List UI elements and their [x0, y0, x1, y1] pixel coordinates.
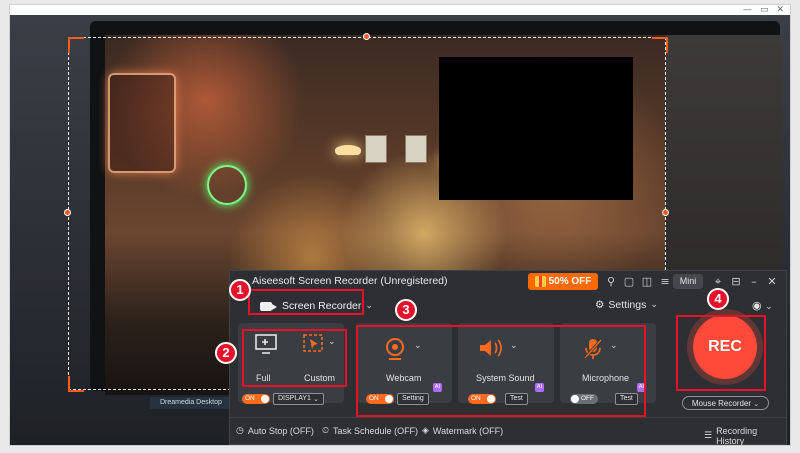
- settings-dropdown[interactable]: ⚙ Settings ⌄: [595, 299, 658, 311]
- pin-icon[interactable]: ⌖: [711, 275, 725, 289]
- task-schedule-label: Task Schedule (OFF): [333, 426, 419, 436]
- clock-icon: ◷: [236, 426, 244, 436]
- outer-window-controls: — ▭ ✕: [10, 5, 790, 15]
- mouse-recorder-button[interactable]: Mouse Recorder ⌄: [682, 396, 769, 410]
- list-icon: ☰: [704, 431, 713, 441]
- annotation-badge-4: 4: [707, 288, 729, 310]
- chevron-down-icon: ⌄: [753, 400, 760, 408]
- minimize-icon[interactable]: –: [747, 275, 761, 289]
- selection-edge-handle[interactable]: [64, 209, 71, 216]
- auto-stop-label: Auto Stop (OFF): [247, 426, 314, 436]
- display-value: DISPLAY1: [278, 395, 311, 402]
- minimize-icon[interactable]: —: [743, 5, 752, 15]
- promo-label: 50% OFF: [548, 276, 592, 287]
- annotation-box-1: [248, 289, 364, 315]
- annotation-box-2: [242, 329, 347, 387]
- gear-icon: ⚙: [595, 299, 605, 311]
- window-title: Aiseesoft Screen Recorder (Unregistered): [252, 275, 448, 287]
- close-icon[interactable]: ✕: [765, 275, 779, 289]
- watermark-label: Watermark (OFF): [432, 426, 504, 436]
- taskbar-item: Dreamedia Desktop: [150, 397, 230, 409]
- area-controls-row: ON DISPLAY1 ⌄: [242, 393, 324, 405]
- selection-edge-handle[interactable]: [662, 209, 669, 216]
- chevron-down-icon: ⌄: [765, 302, 773, 312]
- cart-icon[interactable]: ◫: [640, 275, 654, 289]
- chevron-down-icon: ⌄: [365, 301, 373, 311]
- recording-history-label: Recording History: [716, 426, 758, 446]
- recording-history-button[interactable]: ☰ Recording History: [704, 426, 786, 446]
- annotation-box-4: [676, 315, 766, 391]
- menu-icon[interactable]: ≡: [658, 275, 672, 289]
- chevron-down-icon: ⌄: [650, 300, 658, 310]
- collapse-icon[interactable]: ⊟: [729, 275, 743, 289]
- annotation-badge-2: 2: [215, 342, 237, 364]
- restore-icon[interactable]: ▭: [760, 5, 769, 15]
- camera-icon: ◉: [752, 299, 762, 312]
- promo-button[interactable]: 50% OFF: [528, 273, 598, 290]
- chevron-down-icon: ⌄: [312, 395, 319, 403]
- auto-stop-button[interactable]: ◷ Auto Stop (OFF): [236, 426, 314, 436]
- settings-label: Settings: [608, 299, 647, 311]
- annotation-badge-3: 3: [395, 299, 417, 321]
- watermark-button[interactable]: ◈ Watermark (OFF): [422, 426, 503, 436]
- task-schedule-button[interactable]: ⏲ Task Schedule (OFF): [322, 426, 418, 436]
- gift-icon: [534, 276, 546, 287]
- key-icon[interactable]: ⚲: [604, 275, 618, 289]
- chat-icon[interactable]: ▢: [622, 275, 636, 289]
- mouse-recorder-label: Mouse Recorder: [691, 399, 752, 408]
- droplet-icon: ◈: [422, 426, 429, 436]
- annotation-badge-1: 1: [229, 279, 251, 301]
- annotation-box-3: [356, 325, 646, 417]
- recorder-bottom-bar: ◷ Auto Stop (OFF) ⏲ Task Schedule (OFF) …: [230, 417, 786, 446]
- selection-corner-handle[interactable]: [652, 37, 668, 53]
- mini-button[interactable]: Mini: [673, 274, 703, 289]
- selection-edge-handle[interactable]: [363, 33, 370, 40]
- alarm-icon: ⏲: [322, 426, 330, 436]
- screenshot-camera-button[interactable]: ◉ ⌄: [752, 299, 773, 312]
- selection-corner-handle[interactable]: [68, 37, 84, 53]
- screenshot-frame: — ▭ ✕ Dreamedia Desktop Aiseesoft Screen…: [9, 4, 791, 446]
- display-select[interactable]: DISPLAY1 ⌄: [273, 393, 324, 405]
- close-icon[interactable]: ✕: [776, 5, 784, 15]
- full-toggle[interactable]: ON: [242, 394, 270, 404]
- selection-corner-handle[interactable]: [68, 376, 84, 392]
